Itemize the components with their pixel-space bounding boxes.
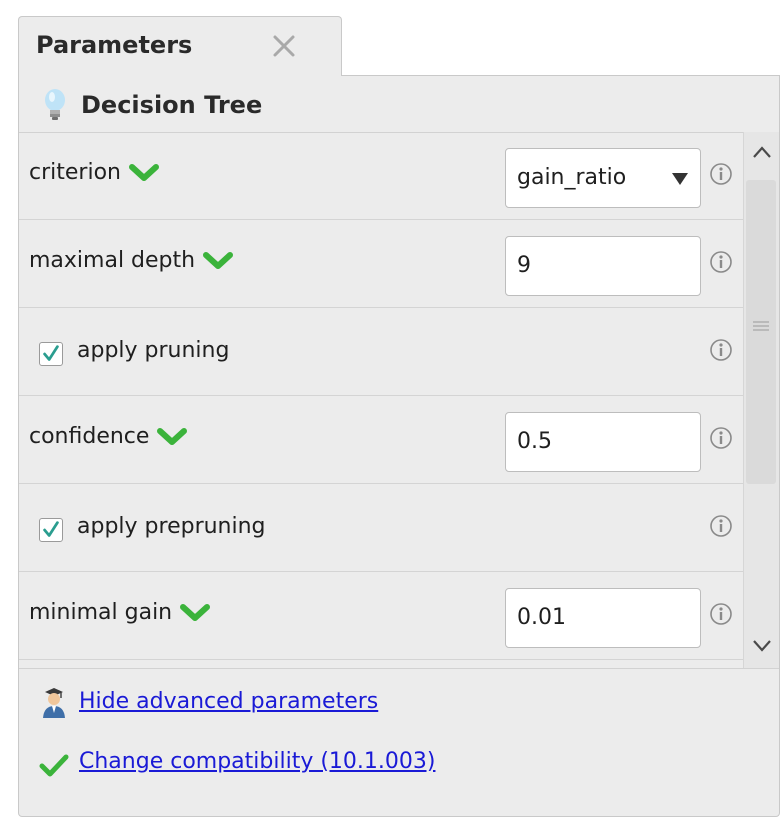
param-row-maximal-depth: maximal depth 9 xyxy=(19,220,743,308)
check-icon xyxy=(43,345,59,361)
chevron-down-icon xyxy=(128,164,159,181)
param-row-criterion: criterion gain_ratio xyxy=(19,132,743,220)
param-row-apply-pruning: apply pruning xyxy=(19,308,743,396)
param-label-confidence: confidence xyxy=(29,424,189,449)
lightbulb-icon xyxy=(45,89,65,120)
scrollbar[interactable] xyxy=(743,132,779,668)
info-icon[interactable] xyxy=(709,426,733,450)
param-row-confidence: confidence 0.5 xyxy=(19,396,743,484)
scroll-up-icon[interactable] xyxy=(750,142,774,162)
check-icon xyxy=(39,754,69,777)
grip-icon xyxy=(753,321,769,331)
criterion-select[interactable]: gain_ratio xyxy=(505,148,701,208)
param-row-minimal-gain: minimal gain 0.01 xyxy=(19,572,743,660)
info-icon[interactable] xyxy=(709,338,733,362)
operator-title: Decision Tree xyxy=(81,91,263,119)
hide-advanced-parameters-link[interactable]: Hide advanced parameters xyxy=(79,689,378,714)
param-label-maximal-depth: maximal depth xyxy=(29,248,235,273)
confidence-input[interactable]: 0.5 xyxy=(505,412,701,472)
dropdown-arrow-icon xyxy=(672,173,688,185)
scrollbar-thumb[interactable] xyxy=(746,180,776,484)
param-label-minimal-gain: minimal gain xyxy=(29,600,212,625)
operator-header: Decision Tree xyxy=(19,76,779,133)
parameters-panel: Decision Tree criterion gain_ratio maxim… xyxy=(18,75,780,817)
scroll-down-icon[interactable] xyxy=(750,636,774,656)
chevron-down-icon xyxy=(157,428,188,445)
apply-pruning-label: apply pruning xyxy=(77,338,230,363)
chevron-down-icon xyxy=(180,604,211,621)
param-row-partial xyxy=(19,660,743,668)
param-row-apply-prepruning: apply prepruning xyxy=(19,484,743,572)
info-icon[interactable] xyxy=(709,250,733,274)
parameters-tab[interactable]: Parameters xyxy=(18,16,342,76)
tab-title: Parameters xyxy=(36,31,193,59)
panel-footer: Hide advanced parameters Change compatib… xyxy=(19,668,779,816)
close-icon[interactable] xyxy=(271,33,297,59)
param-label-criterion: criterion xyxy=(29,160,161,185)
user-icon xyxy=(43,688,65,718)
maximal-depth-input[interactable]: 9 xyxy=(505,236,701,296)
apply-prepruning-checkbox[interactable] xyxy=(39,518,63,542)
apply-pruning-checkbox[interactable] xyxy=(39,342,63,366)
info-icon[interactable] xyxy=(709,514,733,538)
check-icon xyxy=(43,521,59,537)
chevron-down-icon xyxy=(203,252,234,269)
info-icon[interactable] xyxy=(709,162,733,186)
parameter-list: criterion gain_ratio maximal depth 9 app… xyxy=(19,132,743,668)
apply-prepruning-label: apply prepruning xyxy=(77,514,266,539)
minimal-gain-input[interactable]: 0.01 xyxy=(505,588,701,648)
change-compatibility-link[interactable]: Change compatibility (10.1.003) xyxy=(79,749,435,774)
info-icon[interactable] xyxy=(709,602,733,626)
